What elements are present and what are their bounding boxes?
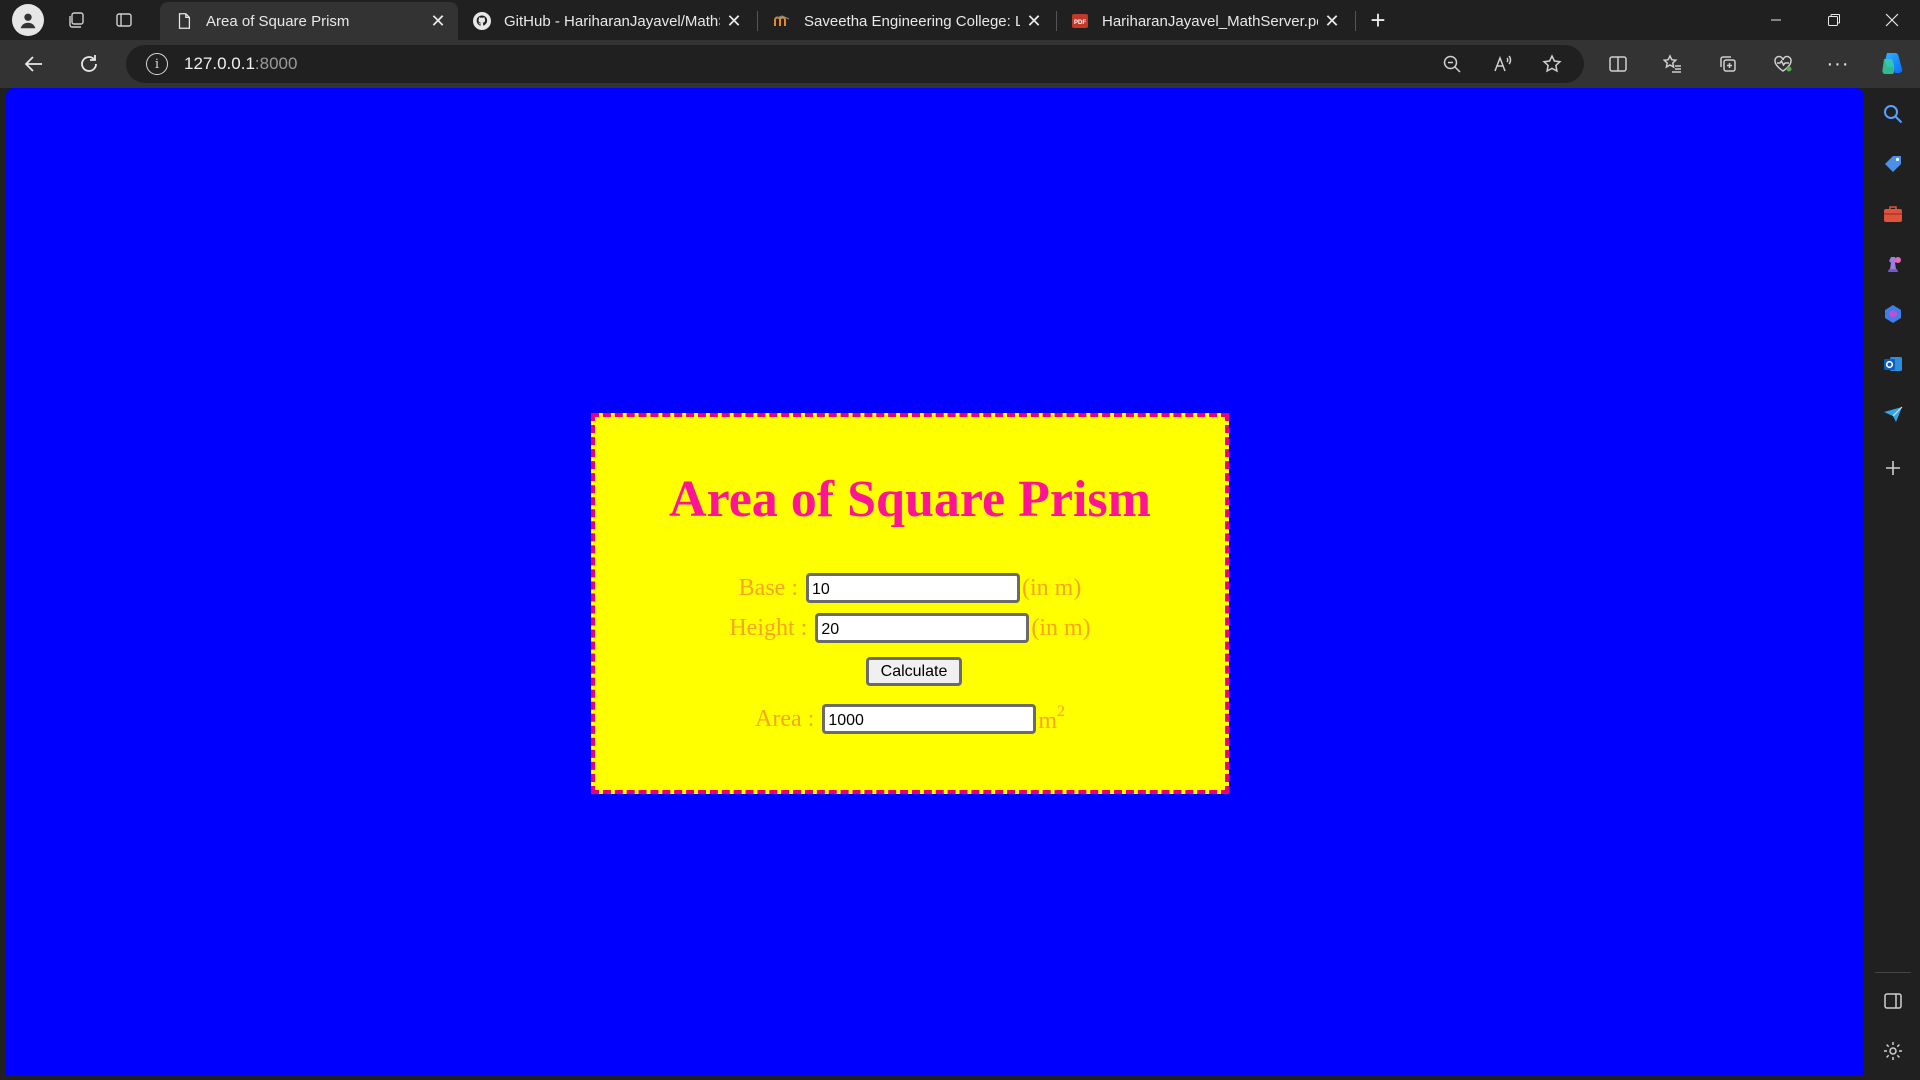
- browser-essentials-icon[interactable]: [1765, 46, 1801, 82]
- close-window-icon[interactable]: [1864, 0, 1920, 40]
- url-text: 127.0.0.1:8000: [184, 54, 298, 73]
- tab-title: HariharanJayavel_MathServer.pdf: [1102, 12, 1318, 30]
- tab-title: GitHub - HariharanJayavel/MathS: [504, 12, 720, 30]
- base-input[interactable]: [806, 573, 1020, 603]
- add-sidebar-app-icon[interactable]: [1875, 450, 1911, 486]
- tab-title: Saveetha Engineering College: Lo: [804, 12, 1020, 30]
- split-screen-icon[interactable]: [1600, 46, 1636, 82]
- site-info-icon[interactable]: i: [146, 53, 168, 75]
- outlook-icon[interactable]: [1875, 346, 1911, 382]
- moodle-icon: [772, 11, 792, 31]
- microsoft-365-icon[interactable]: [1875, 296, 1911, 332]
- workspaces-icon[interactable]: [58, 2, 94, 38]
- hide-sidebar-icon[interactable]: [1875, 983, 1911, 1019]
- area-row: Area : m2: [595, 703, 1225, 735]
- svg-text:PDF: PDF: [1074, 20, 1086, 26]
- height-label: Height :: [729, 614, 808, 641]
- tab-title: Area of Square Prism: [206, 12, 350, 30]
- calculator-card: Area of Square Prism Base : (in m) Heigh…: [591, 413, 1229, 794]
- search-icon[interactable]: [1875, 96, 1911, 132]
- copilot-icon[interactable]: [1874, 46, 1910, 82]
- favorites-list-icon[interactable]: [1655, 46, 1691, 82]
- close-tab-icon[interactable]: ✕: [1318, 7, 1346, 35]
- page-icon: [174, 11, 194, 31]
- close-tab-icon[interactable]: ✕: [424, 7, 452, 35]
- close-tab-icon[interactable]: ✕: [1020, 7, 1048, 35]
- favorite-star-icon[interactable]: [1534, 46, 1570, 82]
- height-input[interactable]: [815, 613, 1030, 643]
- shopping-tag-icon[interactable]: [1875, 146, 1911, 182]
- vertical-tabs-icon[interactable]: [106, 2, 142, 38]
- github-icon: [472, 11, 492, 31]
- base-label: Base :: [738, 574, 798, 601]
- tab-separator: [1355, 11, 1356, 31]
- browser-toolbar: i 127.0.0.1:8000 ···: [0, 40, 1920, 88]
- settings-gear-icon[interactable]: [1875, 1033, 1911, 1069]
- area-unit: m2: [1038, 703, 1065, 734]
- restore-icon[interactable]: [1806, 0, 1862, 40]
- height-row: Height : (in m): [595, 613, 1225, 643]
- base-unit: (in m): [1022, 574, 1082, 601]
- calculate-button[interactable]: Calculate: [866, 657, 962, 686]
- page-viewport: Area of Square Prism Base : (in m) Heigh…: [6, 88, 1864, 1075]
- window-bottom-edge: [0, 1075, 1866, 1080]
- page-title: Area of Square Prism: [669, 471, 1151, 528]
- minimize-icon[interactable]: [1748, 0, 1804, 40]
- edge-sidebar: [1866, 88, 1920, 1080]
- tab-pdf[interactable]: PDF HariharanJayavel_MathServer.pdf ✕: [1056, 2, 1352, 40]
- profile-avatar-icon[interactable]: [12, 4, 44, 36]
- sidebar-divider: [1875, 972, 1911, 973]
- address-bar[interactable]: i 127.0.0.1:8000: [126, 45, 1584, 83]
- zoom-out-icon[interactable]: [1434, 46, 1470, 82]
- base-row: Base : (in m): [595, 573, 1225, 603]
- games-chess-icon[interactable]: [1875, 246, 1911, 282]
- height-unit: (in m): [1031, 614, 1091, 641]
- close-tab-icon[interactable]: ✕: [720, 7, 748, 35]
- read-aloud-icon[interactable]: [1484, 46, 1520, 82]
- pdf-icon: PDF: [1070, 11, 1090, 31]
- more-options-icon[interactable]: ···: [1820, 46, 1856, 82]
- send-telegram-icon[interactable]: [1875, 396, 1911, 432]
- refresh-icon[interactable]: [71, 46, 107, 82]
- tools-briefcase-icon[interactable]: [1875, 196, 1911, 232]
- area-output[interactable]: [822, 704, 1037, 734]
- area-label: Area :: [755, 705, 815, 732]
- collections-icon[interactable]: [1710, 46, 1746, 82]
- tab-area-of-square-prism[interactable]: Area of Square Prism ✕: [160, 2, 458, 40]
- tab-saveetha[interactable]: Saveetha Engineering College: Lo ✕: [758, 2, 1054, 40]
- back-icon[interactable]: [16, 46, 52, 82]
- tab-github[interactable]: GitHub - HariharanJayavel/MathS ✕: [458, 2, 754, 40]
- new-tab-icon[interactable]: +: [1362, 4, 1394, 36]
